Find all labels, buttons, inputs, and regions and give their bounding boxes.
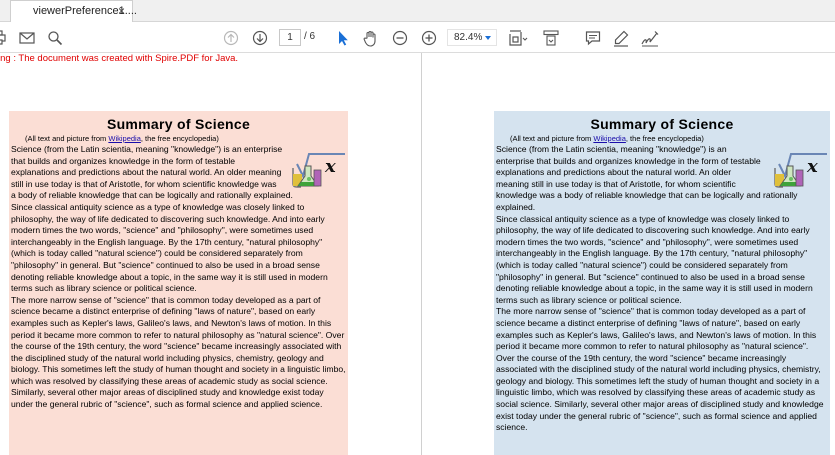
search-icon[interactable] <box>46 27 64 49</box>
body-text: x Science (from the Latin scientia, mean… <box>11 144 346 411</box>
credit-suffix: , the free encyclopedia) <box>625 134 704 143</box>
document-tab[interactable]: viewerPreference1.... × <box>10 0 137 22</box>
svg-text:x: x <box>806 156 818 177</box>
credit-prefix: (All text and picture from <box>25 134 109 143</box>
left-page: Summary of Science (All text and picture… <box>9 111 348 455</box>
paragraph: The more narrow sense of "science" that … <box>11 294 346 410</box>
comment-icon[interactable] <box>584 27 602 49</box>
document-viewer[interactable]: ing : The document was created with Spir… <box>0 53 835 455</box>
page-divider <box>421 53 422 455</box>
paragraph: Since classical antiquity science as a t… <box>496 213 813 305</box>
evaluation-warning: ing : The document was created with Spir… <box>0 53 239 64</box>
tab-bar: viewerPreference1.... × <box>0 0 835 22</box>
document-title: Summary of Science <box>106 116 251 132</box>
email-icon[interactable] <box>18 27 36 49</box>
sign-icon[interactable] <box>640 27 660 49</box>
page-number-input[interactable]: 1 <box>279 29 301 46</box>
credit-suffix: , the free encyclopedia) <box>140 134 219 143</box>
fit-page-icon[interactable] <box>507 27 531 49</box>
page-down-icon[interactable] <box>251 27 269 49</box>
science-flask-icon: x <box>774 153 827 188</box>
zoom-out-icon[interactable] <box>391 27 409 49</box>
wikipedia-link[interactable]: Wikipedia <box>108 134 141 143</box>
credit-line: (All text and picture from Wikipedia, th… <box>510 134 828 143</box>
science-flask-icon: x <box>292 153 345 188</box>
wikipedia-link[interactable]: Wikipedia <box>593 134 626 143</box>
page-up-icon[interactable] <box>222 27 240 49</box>
page-total-label: / 6 <box>304 31 316 42</box>
paragraph: The more narrow sense of "science" that … <box>496 306 824 433</box>
document-title: Summary of Science <box>590 116 734 132</box>
svg-text:x: x <box>324 156 336 177</box>
scroll-mode-icon[interactable] <box>542 27 560 49</box>
body-text: x Science (from the Latin scientia, mean… <box>496 144 828 434</box>
close-tab-icon[interactable]: × <box>118 4 125 18</box>
highlight-icon[interactable] <box>612 27 630 49</box>
toolbar <box>0 22 835 53</box>
credit-line: (All text and picture from Wikipedia, th… <box>25 134 346 143</box>
paragraph: Since classical antiquity science as a t… <box>11 201 328 294</box>
select-arrow-icon[interactable] <box>334 27 352 49</box>
credit-prefix: (All text and picture from <box>510 134 594 143</box>
zoom-in-icon[interactable] <box>420 27 438 49</box>
hand-tool-icon[interactable] <box>362 27 380 49</box>
print-icon[interactable] <box>0 27 8 49</box>
right-page: Summary of Science (All text and picture… <box>494 111 830 455</box>
zoom-dropdown-icon[interactable] <box>485 36 491 40</box>
